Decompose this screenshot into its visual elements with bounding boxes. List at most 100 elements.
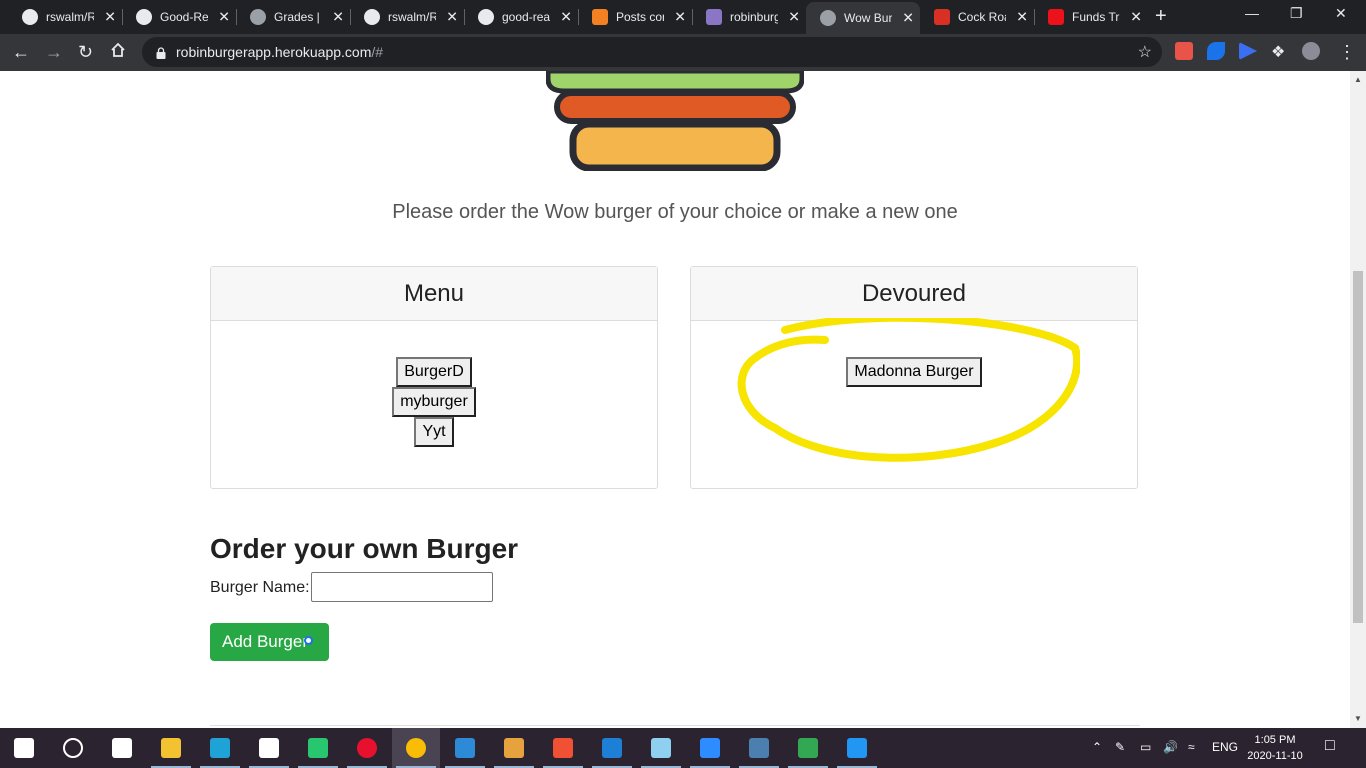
file-explorer-icon-glyph bbox=[161, 738, 181, 758]
file-explorer-icon[interactable] bbox=[159, 736, 183, 760]
tab-close-icon[interactable]: ✕ bbox=[218, 9, 230, 26]
burger-name-input[interactable] bbox=[311, 572, 493, 602]
opera-icon[interactable] bbox=[355, 736, 379, 760]
git-icon-glyph bbox=[553, 738, 573, 758]
photos-icon-glyph bbox=[602, 738, 622, 758]
tab-title: Grades | bbox=[274, 10, 320, 24]
tab-close-icon[interactable]: ✕ bbox=[560, 9, 572, 26]
browser-tab[interactable]: rswalm/R ✕ bbox=[8, 0, 122, 34]
task-view-icon[interactable] bbox=[110, 736, 134, 760]
tab-separator bbox=[236, 9, 237, 25]
menu-burger-button[interactable]: myburger bbox=[392, 387, 476, 417]
video-editor-icon[interactable] bbox=[845, 736, 869, 760]
tab-separator bbox=[464, 9, 465, 25]
extension-pen-icon[interactable] bbox=[1207, 42, 1225, 60]
github-icon bbox=[364, 9, 380, 25]
tab-title: good-rea bbox=[502, 10, 550, 24]
tab-title: Good-Re bbox=[160, 10, 208, 24]
edge-icon[interactable] bbox=[208, 736, 232, 760]
windows-start-icon[interactable] bbox=[12, 736, 36, 760]
windows-taskbar: ⌃ ✎ ▭ 🔊 ≈ ENG 1:05 PM 2020-11-10 □ bbox=[0, 728, 1366, 768]
tab-separator bbox=[122, 9, 123, 25]
browser-tab[interactable]: Funds Tra ✕ bbox=[1034, 0, 1148, 34]
tab-close-icon[interactable]: ✕ bbox=[1130, 9, 1142, 26]
snip-icon-glyph bbox=[259, 738, 279, 758]
github-icon bbox=[136, 9, 152, 25]
tab-close-icon[interactable]: ✕ bbox=[104, 9, 116, 26]
paint-icon[interactable] bbox=[502, 736, 526, 760]
chrome-menu-icon[interactable]: ⋮ bbox=[1338, 41, 1356, 63]
tab-close-icon[interactable]: ✕ bbox=[1016, 9, 1028, 26]
back-icon[interactable]: ← bbox=[12, 41, 30, 63]
menu-burger-button[interactable]: BurgerD bbox=[396, 357, 472, 387]
heidisql-icon[interactable] bbox=[796, 736, 820, 760]
system-clock[interactable]: 1:05 PM 2020-11-10 bbox=[1240, 732, 1310, 764]
menu-burger-button[interactable]: Yyt bbox=[414, 417, 454, 447]
pen-workspace-icon[interactable]: ✎ bbox=[1115, 740, 1125, 754]
globe-icon bbox=[250, 9, 266, 25]
scroll-up-icon[interactable]: ▲ bbox=[1354, 75, 1362, 84]
gmail-icon bbox=[934, 9, 950, 25]
close-window-icon[interactable]: ✕ bbox=[1335, 5, 1347, 22]
scroll-thumb[interactable] bbox=[1353, 271, 1363, 623]
pycharm-icon-glyph bbox=[308, 738, 328, 758]
tab-close-icon[interactable]: ✕ bbox=[332, 9, 344, 26]
lock-icon bbox=[156, 46, 166, 59]
photos-icon[interactable] bbox=[600, 736, 624, 760]
browser-tab[interactable]: Cock Roa ✕ bbox=[920, 0, 1034, 34]
tab-title: Posts cor bbox=[616, 10, 664, 24]
mysql-workbench-icon[interactable] bbox=[747, 736, 771, 760]
globe-icon bbox=[820, 10, 836, 26]
tray-chevron-icon[interactable]: ⌃ bbox=[1092, 740, 1102, 754]
browser-tab[interactable]: good-rea ✕ bbox=[464, 0, 578, 34]
tab-close-icon[interactable]: ✕ bbox=[902, 10, 914, 27]
bookmark-star-icon[interactable]: ☆ bbox=[1138, 42, 1152, 62]
volume-icon[interactable]: 🔊 bbox=[1163, 740, 1178, 754]
extensions-puzzle-icon[interactable]: ❖ bbox=[1271, 42, 1285, 64]
minimize-icon[interactable]: — bbox=[1245, 5, 1259, 21]
windows-start-icon-glyph bbox=[14, 738, 34, 758]
tab-close-icon[interactable]: ✕ bbox=[446, 9, 458, 26]
browser-tab[interactable]: rswalm/R ✕ bbox=[350, 0, 464, 34]
home-icon[interactable] bbox=[110, 41, 126, 63]
mysql-workbench-icon-glyph bbox=[749, 738, 769, 758]
git-icon[interactable] bbox=[551, 736, 575, 760]
menu-burger-list: BurgerD myburger Yyt bbox=[211, 321, 657, 447]
notepad-icon[interactable] bbox=[649, 736, 673, 760]
reload-icon[interactable]: ↻ bbox=[78, 41, 93, 63]
page-scrollbar[interactable]: ▲ ▼ bbox=[1350, 71, 1366, 728]
footer-divider bbox=[210, 725, 1140, 726]
pycharm-icon[interactable] bbox=[306, 736, 330, 760]
language-indicator[interactable]: ENG bbox=[1212, 740, 1238, 754]
profile-avatar[interactable] bbox=[1302, 42, 1320, 60]
restore-icon[interactable]: ❐ bbox=[1290, 5, 1303, 22]
browser-tab[interactable]: Grades | ✕ bbox=[236, 0, 350, 34]
vscode-icon[interactable] bbox=[453, 736, 477, 760]
zoom-icon[interactable] bbox=[698, 736, 722, 760]
stackoverflow-icon bbox=[592, 9, 608, 25]
github-icon bbox=[22, 9, 38, 25]
tab-close-icon[interactable]: ✕ bbox=[788, 9, 800, 26]
battery-icon[interactable]: ▭ bbox=[1140, 740, 1151, 754]
browser-tab[interactable]: Posts cor ✕ bbox=[578, 0, 692, 34]
extension-send-icon[interactable] bbox=[1239, 42, 1257, 60]
browser-tab[interactable]: Wow Bur ✕ bbox=[806, 2, 920, 34]
snip-icon[interactable] bbox=[257, 736, 281, 760]
browser-tab[interactable]: robinburg ✕ bbox=[692, 0, 806, 34]
wifi-icon[interactable]: ≈ bbox=[1188, 740, 1195, 754]
tab-close-icon[interactable]: ✕ bbox=[674, 9, 686, 26]
add-burger-button[interactable]: Add Burger bbox=[210, 623, 329, 661]
new-tab-button[interactable]: + bbox=[1155, 5, 1167, 28]
tab-separator bbox=[578, 9, 579, 25]
address-bar[interactable]: robinburgerapp.herokuapp.com/# ☆ bbox=[142, 37, 1162, 67]
video-editor-icon-glyph bbox=[847, 738, 867, 758]
browser-tab[interactable]: Good-Re ✕ bbox=[122, 0, 236, 34]
forward-icon[interactable]: → bbox=[45, 41, 63, 63]
search-cortana-icon[interactable] bbox=[61, 736, 85, 760]
yellow-circle-annotation bbox=[737, 318, 1080, 462]
extension-red-icon[interactable] bbox=[1175, 42, 1193, 60]
notepad-icon-glyph bbox=[651, 738, 671, 758]
chrome-icon[interactable] bbox=[404, 736, 428, 760]
notification-center-icon[interactable]: □ bbox=[1325, 737, 1335, 755]
scroll-down-icon[interactable]: ▼ bbox=[1354, 714, 1362, 723]
